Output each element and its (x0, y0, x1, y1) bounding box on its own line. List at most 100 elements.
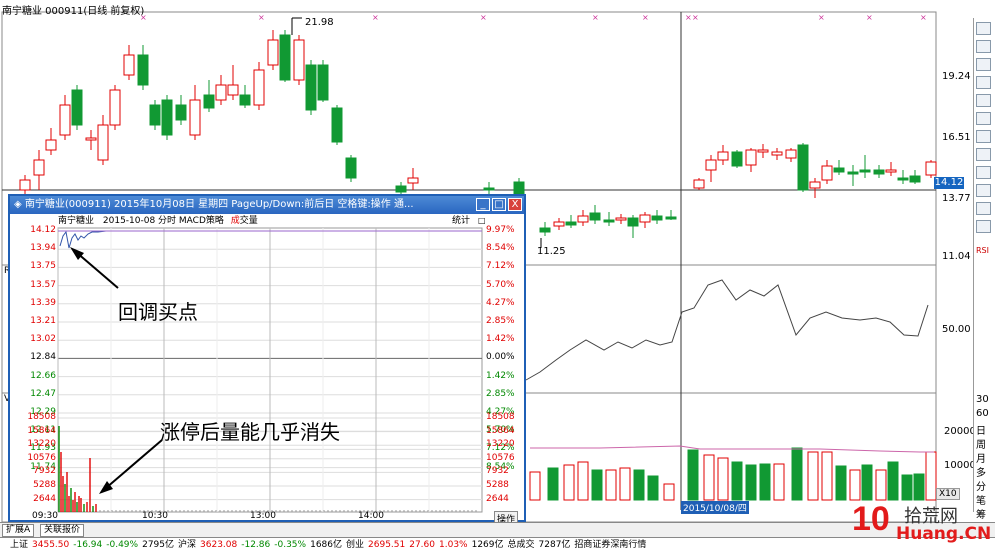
toolbar-btn-5[interactable] (976, 94, 991, 107)
toolbar-multi[interactable]: 多 (976, 464, 986, 479)
popup-pct-tick: 2.85% (486, 316, 515, 326)
popup-volume-tick-right: 18508 (486, 412, 515, 422)
candle-body-50 (809, 181, 821, 189)
candle-body-52 (833, 167, 845, 173)
volume-bar-18 (807, 451, 819, 501)
candle-body-17 (239, 94, 251, 106)
volume-bar-1 (547, 467, 559, 501)
candle-body-47 (771, 151, 783, 156)
toolbar-btn-10[interactable] (976, 184, 991, 197)
sz-label[interactable]: 沪深 (178, 540, 196, 550)
tab-related-quotes[interactable]: 关联报价 (40, 524, 85, 537)
top-marker-6: × (685, 13, 692, 22)
sh-label[interactable]: 上证 (10, 540, 28, 550)
candle-body-45 (745, 149, 757, 166)
popup-price-tick: 13.94 (30, 243, 56, 254)
candle-body-51 (821, 165, 833, 181)
sz-value: 3623.08 (200, 540, 238, 550)
volume-bar-3 (577, 461, 589, 501)
popup-pct-tick: 0.00% (486, 352, 515, 363)
toolbar-btn-7[interactable] (976, 130, 991, 143)
popup-price-tick: 13.57 (30, 279, 56, 290)
toolbar-60[interactable]: 60 (976, 408, 989, 419)
cy-value: 2695.51 (368, 540, 406, 550)
toolbar-30[interactable]: 30 (976, 394, 989, 405)
candle-body-49 (797, 144, 809, 191)
popup-pct-tick: 1.42% (486, 370, 515, 381)
toolbar-btn-3[interactable] (976, 58, 991, 71)
candle-body-23 (317, 64, 329, 101)
candle-body-39 (651, 215, 663, 221)
popup-price-tick: 12.47 (30, 388, 56, 399)
candle-body-24 (331, 107, 343, 143)
toolbar-week[interactable]: 周 (976, 436, 986, 451)
popup-pct-tick: 8.54% (486, 243, 515, 254)
volume-bar-20 (835, 465, 847, 501)
popup-pct-tick: 7.12% (486, 261, 515, 272)
toolbar-fen[interactable]: 分 (976, 478, 986, 493)
annotation-buy-point: 回调买点 (118, 300, 198, 324)
volume-bar-7 (633, 469, 645, 501)
toolbar-btn-2[interactable] (976, 40, 991, 53)
top-marker-10: × (920, 13, 927, 22)
volume-bar-26 (913, 473, 925, 501)
toolbar-btn-12[interactable] (976, 220, 991, 233)
toolbar-btn-8[interactable] (976, 148, 991, 161)
volume-bar-27 (925, 451, 937, 501)
sh-change: -16.94 (73, 540, 103, 550)
popup-volume-tick: 13220 (27, 439, 56, 450)
candle-body-11 (161, 99, 173, 136)
sh-pct: -0.49% (106, 540, 139, 550)
volume-bar-12 (717, 457, 729, 501)
candle-body-32 (565, 221, 577, 226)
popup-price-tick: 13.75 (30, 261, 56, 272)
volume-bar-25 (901, 474, 913, 501)
volume-bar-2 (563, 464, 575, 501)
logo-number: 10 (852, 500, 890, 538)
candle-body-43 (717, 151, 729, 161)
candle-body-19 (267, 39, 279, 66)
candle-body-0 (19, 179, 31, 191)
intraday-popup: ◈ 南宁糖业(000911) 2015年10月08日 星期四 PageUp/Do… (8, 194, 526, 526)
candle-body-33 (577, 215, 589, 223)
toolbar-btn-4[interactable] (976, 76, 991, 89)
cy-label[interactable]: 创业 (346, 540, 364, 550)
popup-volume-tick: 15864 (27, 425, 56, 436)
price-tick-1: 19.24 (942, 71, 971, 82)
intraday-chart[interactable] (10, 196, 524, 520)
volume-bar-6 (619, 467, 631, 501)
toolbar-btn-11[interactable] (976, 202, 991, 215)
candle-body-38 (639, 214, 651, 223)
volume-bar-9 (663, 483, 675, 501)
toolbar-month[interactable]: 月 (976, 450, 986, 465)
popup-pct-tick: 5.70% (486, 279, 515, 290)
top-marker-3: × (480, 13, 487, 22)
candle-body-35 (603, 219, 615, 223)
candle-body-4 (71, 89, 83, 126)
candle-body-8 (123, 54, 135, 76)
candle-body-20 (279, 34, 291, 81)
popup-volume-tick-right: 10576 (486, 452, 515, 463)
price-tick-2: 16.51 (942, 132, 971, 143)
candle-body-1 (33, 159, 45, 176)
toolbar-rsi[interactable]: RSI (976, 246, 989, 255)
toolbar-day[interactable]: 日 (976, 422, 986, 437)
tab-extension-a[interactable]: 扩展A (2, 524, 35, 537)
candle-body-53 (847, 171, 859, 175)
volume-bar-23 (875, 469, 887, 501)
time-label-1400: 14:00 (358, 511, 384, 521)
popup-volume-tick: 2644 (33, 493, 56, 504)
toolbar-btn-9[interactable] (976, 166, 991, 179)
candle-body-25 (345, 157, 357, 179)
toolbar-btn-1[interactable] (976, 22, 991, 35)
top-marker-5: × (642, 13, 649, 22)
indicator-tick: 50.00 (942, 324, 971, 335)
cy-pct: 1.03% (439, 540, 468, 550)
volume-tick-1: 20000 (944, 426, 976, 437)
candle-body-2 (45, 139, 57, 151)
site-logo: 10 拾荒网 Huang.CN (852, 500, 992, 546)
candle-body-10 (149, 104, 161, 126)
cy-change: 27.60 (409, 540, 435, 550)
popup-pct-tick: 2.85% (486, 388, 515, 399)
toolbar-btn-6[interactable] (976, 112, 991, 125)
